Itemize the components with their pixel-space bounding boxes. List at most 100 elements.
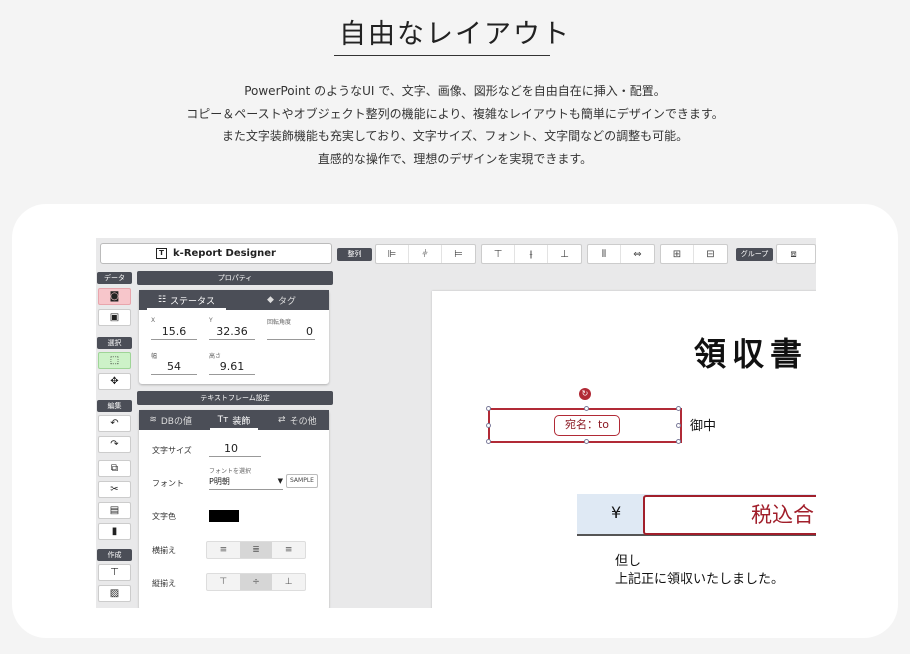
text-valign-top-icon[interactable]: ⊤ [207, 574, 240, 590]
tab-decoration[interactable]: Tт 装飾 [202, 410, 265, 430]
app-title-bar: T k-Report Designer [100, 243, 332, 264]
vertical-align-group: ⊤ ⫲ ⊥ [481, 244, 582, 264]
resize-handle[interactable] [584, 406, 589, 411]
group-icon[interactable]: ⧈ [777, 245, 810, 263]
resize-handle[interactable] [486, 439, 491, 444]
align-left-icon[interactable]: ⊫ [376, 245, 409, 263]
text-align-right-icon[interactable]: ≡ [272, 542, 305, 558]
undo-button[interactable]: ↶ [98, 415, 131, 432]
note-line-1: 但し [615, 554, 642, 569]
grid-columns-icon[interactable]: ⊞ [661, 245, 694, 263]
cut-button[interactable]: ✂ [98, 481, 131, 498]
app-logo-icon: T [156, 248, 168, 259]
text-color-swatch[interactable] [209, 510, 239, 522]
properties-panel: ☷ ステータス ◆ タグ X 15.6 Y 32.36 回転角度 0 幅 54 高さ… [139, 290, 329, 384]
horizontal-align-label: 横揃え [152, 546, 176, 555]
tab-status[interactable]: ☷ ステータス [139, 290, 234, 310]
font-size-input[interactable]: 10 [209, 441, 261, 457]
resize-handle[interactable] [676, 406, 681, 411]
y-label: Y [209, 317, 213, 324]
add-image-button[interactable]: ▨ [98, 585, 131, 602]
app-title: k-Report Designer [173, 248, 276, 259]
desc-line: 直感的な操作で、理想のデザインを実現できます。 [317, 151, 593, 166]
hero-title: 自由なレイアウト [339, 19, 571, 50]
font-size-label: 文字サイズ [152, 446, 192, 455]
copy-button[interactable]: ⧉ [98, 460, 131, 477]
font-label: フォント [152, 479, 184, 488]
copy-icon: ⧉ [110, 463, 119, 474]
distribute-horizontal-icon[interactable]: ⫴ [588, 245, 621, 263]
honorific-text: 御中 [690, 419, 717, 434]
save-icon: ▣ [109, 312, 120, 323]
text-color-label: 文字色 [152, 512, 176, 521]
align-label: 整列 [337, 248, 372, 261]
desc-line: PowerPoint のようなUI で、文字、画像、図形などを自由自在に挿入・配… [244, 84, 666, 98]
group-actions: ⧈ [776, 244, 816, 264]
x-input[interactable]: 15.6 [151, 324, 197, 340]
total-field[interactable]: 税込合 [643, 495, 816, 535]
text-frame-tabs: ≋ DBの値 Tт 装飾 ⇄ その他 [139, 410, 329, 430]
resize-handle[interactable] [676, 439, 681, 444]
text-frame-header: テキストフレーム設定 [137, 391, 333, 405]
preview-icon: ◙ [109, 291, 120, 302]
paste-button[interactable]: ▤ [98, 502, 131, 519]
text-valign-middle-icon[interactable]: ÷ [239, 574, 273, 590]
hero-description: PowerPoint のようなUI で、文字、画像、図形などを自由自在に挿入・配… [0, 80, 910, 170]
address-field: 宛名：to [554, 415, 620, 436]
properties-tabs: ☷ ステータス ◆ タグ [139, 290, 329, 310]
distribute-group: ⫴ ⇔ [587, 244, 655, 264]
width-input[interactable]: 54 [151, 359, 197, 375]
select-tool-button[interactable]: ⬚ [98, 352, 131, 369]
align-center-icon[interactable]: ⫩ [409, 245, 442, 263]
grid-rows-icon[interactable]: ⊟ [694, 245, 727, 263]
x-label: X [151, 317, 156, 324]
text-style-icon: Tт [217, 415, 229, 425]
tab-tag[interactable]: ◆ タグ [234, 290, 329, 310]
text-align-center-icon[interactable]: ≣ [239, 542, 273, 558]
chevron-down-icon: ▼ [277, 477, 283, 485]
align-middle-icon[interactable]: ⫲ [515, 245, 548, 263]
hero-underline [334, 55, 550, 56]
delete-button[interactable]: ▮ [98, 523, 131, 540]
save-button[interactable]: ▣ [98, 309, 131, 326]
app-window: T k-Report Designer 整列 ⊫ ⫩ ⊨ ⊤ ⫲ ⊥ ⫴ ⇔ ⊞… [96, 238, 816, 608]
move-tool-button[interactable]: ✥ [98, 373, 131, 390]
preview-button[interactable]: ◙ [98, 288, 131, 305]
redo-button[interactable]: ↷ [98, 436, 131, 453]
amount-row: ¥ 税込合 [577, 494, 816, 536]
horizontal-align-group: ⊫ ⫩ ⊨ [375, 244, 476, 264]
select-section-label: 選択 [97, 337, 132, 349]
align-right-icon[interactable]: ⊨ [442, 245, 475, 263]
resize-handle[interactable] [676, 423, 681, 428]
font-select[interactable]: P明朝 ▼ [209, 474, 283, 490]
redo-icon: ↷ [110, 439, 119, 450]
resize-handle[interactable] [486, 406, 491, 411]
desc-line: また文字装飾機能も充実しており、文字サイズ、フォント、文字間などの調整も可能。 [221, 129, 689, 143]
tab-db-value[interactable]: ≋ DBの値 [139, 410, 202, 430]
align-top-icon[interactable]: ⊤ [482, 245, 515, 263]
text-valign-bottom-icon[interactable]: ⊥ [272, 574, 305, 590]
resize-handle[interactable] [584, 439, 589, 444]
sample-button[interactable]: SAMPLE [286, 474, 318, 488]
distribute-vertical-icon[interactable]: ⇔ [621, 245, 654, 263]
document-page[interactable]: 領収書 ↻ 宛名：to 御中 ¥ 税込合 但し 上記正に領収いたしました。 [432, 291, 816, 608]
sliders-icon: ☷ [157, 295, 167, 305]
text-frame-panel: ≋ DBの値 Tт 装飾 ⇄ その他 文字サイズ 10 フォントを選択 フォント P明… [139, 410, 329, 608]
yen-sign: ¥ [611, 503, 622, 522]
select-icon: ⬚ [109, 355, 120, 366]
selected-text-frame[interactable]: 宛名：to [486, 406, 682, 444]
scissors-icon: ✂ [110, 484, 119, 495]
y-input[interactable]: 32.36 [209, 324, 255, 340]
desc-line: コピー＆ペーストやオブジェクト整列の機能により、複雑なレイアウトも簡単にデザイン… [186, 106, 724, 121]
rotation-input[interactable]: 0 [267, 324, 315, 340]
swap-icon: ⇄ [278, 415, 286, 425]
trash-icon: ▮ [111, 526, 118, 537]
resize-handle[interactable] [486, 423, 491, 428]
text-align-left-icon[interactable]: ≡ [207, 542, 240, 558]
add-text-button[interactable]: ⊤ [98, 564, 131, 581]
height-input[interactable]: 9.61 [209, 359, 255, 375]
rotate-handle-icon[interactable]: ↻ [579, 388, 591, 400]
document-title: 領収書 [694, 335, 809, 373]
align-bottom-icon[interactable]: ⊥ [548, 245, 581, 263]
tab-other[interactable]: ⇄ その他 [266, 410, 329, 430]
